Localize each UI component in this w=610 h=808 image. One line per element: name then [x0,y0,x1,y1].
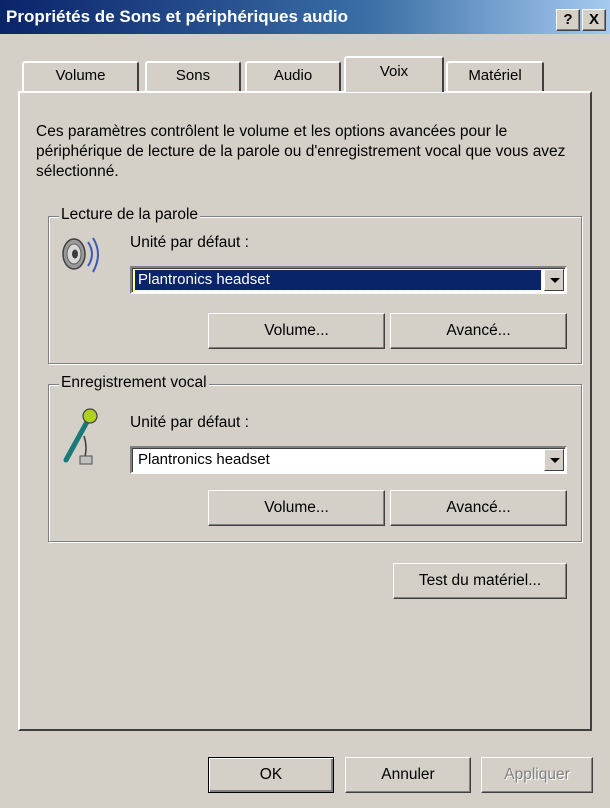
apply-button[interactable]: Appliquer [481,757,593,793]
title-bar[interactable]: Propriétés de Sons et périphériques audi… [0,0,610,34]
playback-volume-button[interactable]: Volume... [208,313,385,349]
recording-device-value: Plantronics headset [138,451,270,468]
tab-materiel[interactable]: Matériel [446,61,544,91]
playback-advanced-button[interactable]: Avancé... [390,313,567,349]
playback-dropdown-arrow[interactable] [544,269,564,291]
recording-default-device-label: Unité par défaut : [130,414,249,431]
recording-dropdown-arrow[interactable] [544,449,564,471]
playback-group-title: Lecture de la parole [59,206,201,224]
ok-button[interactable]: OK [208,757,334,793]
tab-voix[interactable]: Voix [344,56,444,92]
tab-audio[interactable]: Audio [245,61,341,91]
microphone-icon [63,408,98,465]
recording-group-title: Enregistrement vocal [59,374,209,392]
playback-default-device-label: Unité par défaut : [130,234,249,251]
playback-device-value: Plantronics headset [134,269,542,291]
playback-device-select[interactable]: Plantronics headset [130,266,567,294]
speaker-icon [62,237,99,273]
recording-advanced-button[interactable]: Avancé... [390,490,567,526]
test-hardware-button[interactable]: Test du matériel... [393,563,567,599]
recording-volume-button[interactable]: Volume... [208,490,385,526]
tab-sons[interactable]: Sons [145,61,241,91]
cancel-button[interactable]: Annuler [345,757,471,793]
voice-description: Ces paramètres contrôlent le volume et l… [36,123,566,180]
recording-device-select[interactable]: Plantronics headset [130,446,567,474]
window-title: Propriétés de Sons et périphériques audi… [6,7,348,26]
tab-volume[interactable]: Volume [22,61,139,91]
help-button[interactable]: ? [556,9,580,31]
close-button[interactable]: X [582,9,606,31]
